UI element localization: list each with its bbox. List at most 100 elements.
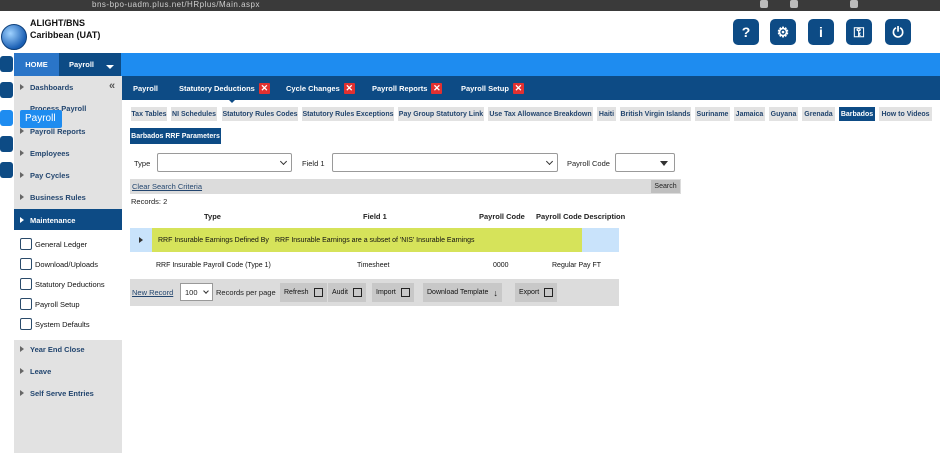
browser-chrome: bns-bpo-uadm.plus.net/HRplus/Main.aspx [0,0,940,11]
expand-icon [20,128,24,134]
payroll-code-select[interactable] [615,153,675,172]
chevron-down-icon [279,157,288,166]
criteria-bar: Clear Search Criteria Search [130,179,681,194]
sidebar-item-dashboards[interactable]: Dashboards [14,76,122,98]
audit-icon [352,288,362,297]
sidebar-item-employees[interactable]: Employees [14,142,122,164]
close-icon[interactable]: ✕ [258,82,270,94]
subtab-tax-tables[interactable]: Tax Tables [130,106,168,122]
settings-icon [20,298,32,310]
cell-type: RRF Insurable Earnings Defined By [158,237,269,244]
table-row[interactable]: RRF Insurable Payroll Code (Type 1) Time… [130,256,619,276]
subtab-jamaica[interactable]: Jamaica [733,106,766,122]
import-icon [400,288,410,297]
home-button[interactable]: HOME [14,53,59,76]
col-header-payroll-code[interactable]: Payroll Code [479,212,525,221]
type-label: Type [134,159,151,168]
key-icon[interactable]: ⚿ [846,19,872,45]
gear-icon[interactable] [0,136,13,152]
payroll-icon[interactable] [0,110,13,126]
field1-label: Field 1 [302,159,325,168]
tab-statutory-deductions[interactable]: Statutory Deductions ✕ [179,76,270,100]
maintenance-submenu: General Ledger Download/Uploads Statutor… [14,230,122,340]
document-icon[interactable] [0,162,13,178]
payroll-menu-button[interactable]: Payroll [59,53,121,76]
field1-select[interactable] [332,153,558,172]
tab-payroll-reports[interactable]: Payroll Reports ✕ [372,76,443,100]
tab-barbados-rrf-parameters[interactable]: Barbados RRF Parameters [130,128,221,144]
table-row[interactable]: RRF Insurable Earnings Defined By RRF In… [130,228,619,252]
payroll-tooltip: Payroll [20,110,62,128]
sidebar-item-pay-cycles[interactable]: Pay Cycles [14,164,122,186]
download-template-button[interactable]: Download Template ↓ [423,283,502,302]
col-header-field1[interactable]: Field 1 [363,212,387,221]
subtab-use-tax-allowance-breakdown[interactable]: Use Tax Allowance Breakdown [487,106,594,122]
close-icon[interactable]: ✕ [512,82,524,94]
expand-icon [20,194,24,200]
subtab-haiti[interactable]: Haiti [596,106,617,122]
refresh-icon [313,288,323,297]
submenu-payroll-setup[interactable]: Payroll Setup [20,294,80,314]
audit-button[interactable]: Audit [328,283,366,302]
gear-icon [20,318,32,330]
subtab-statutory-rules-codes[interactable]: Statutory Rules Codes [221,106,299,122]
subtab-ni-schedules[interactable]: NI Schedules [170,106,218,122]
type-select[interactable] [157,153,292,172]
subtab-how-to-videos[interactable]: How to Videos [878,106,933,122]
tab-payroll[interactable]: Payroll [133,76,158,100]
sidebar-item-business-rules[interactable]: Business Rules [14,186,122,208]
cell-field1: RRF Insurable Earnings are a subset of '… [275,237,475,244]
expand-icon [20,390,24,396]
import-button[interactable]: Import [372,283,414,302]
extension-icon[interactable] [760,0,768,8]
sidebar-item-self-serve-entries[interactable]: Self Serve Entries [14,382,122,404]
subtab-barbados[interactable]: Barbados [838,106,876,122]
expand-row-icon[interactable] [139,237,143,243]
settings-icon[interactable]: ⚙ [770,19,796,45]
ledger-icon [20,238,32,250]
people-icon[interactable] [0,82,13,98]
submenu-system-defaults[interactable]: System Defaults [20,314,90,334]
chevron-down-icon [203,288,209,294]
menu-icon[interactable] [850,0,858,8]
grid-toolbar: New Record 100 Records per page Refresh … [130,279,619,306]
tab-payroll-setup[interactable]: Payroll Setup ✕ [461,76,524,100]
expand-icon [20,84,24,90]
page-size-select[interactable]: 100 [180,283,213,301]
company-logo [1,24,27,50]
subtab-suriname[interactable]: Suriname [694,106,731,122]
profile-icon[interactable] [790,0,798,8]
close-icon[interactable]: ✕ [343,82,355,94]
subtab-pay-group-statutory-link[interactable]: Pay Group Statutory Link [397,106,485,122]
search-button[interactable]: Search [651,180,680,193]
submenu-general-ledger[interactable]: General Ledger [20,234,87,254]
submenu-download-uploads[interactable]: Download/Uploads [20,254,98,274]
col-header-payroll-code-description[interactable]: Payroll Code Description [536,212,625,221]
power-icon[interactable]: ⏻ [885,19,911,45]
cell-type: RRF Insurable Payroll Code (Type 1) [156,262,271,269]
tab-cycle-changes[interactable]: Cycle Changes ✕ [286,76,355,100]
clear-search-criteria-link[interactable]: Clear Search Criteria [132,182,202,191]
close-icon[interactable]: ✕ [431,82,443,94]
export-button[interactable]: Export [515,283,558,302]
sidebar: « Dashboards Payroll Reports Employees P… [14,76,122,453]
info-icon[interactable]: i [808,19,834,45]
download-icon: ↓ [493,287,498,298]
submenu-statutory-deductions[interactable]: Statutory Deductions [20,274,105,294]
refresh-button[interactable]: Refresh [280,283,327,302]
help-icon[interactable]: ? [733,19,759,45]
col-header-type[interactable]: Type [204,212,221,221]
caret-down-icon [660,161,668,166]
expand-icon [20,346,24,352]
user-icon[interactable] [0,56,13,72]
sidebar-item-maintenance[interactable]: Maintenance [14,209,122,231]
sidebar-item-year-end-close[interactable]: Year End Close [14,338,122,360]
subtab-british-virgin-islands[interactable]: British Virgin Islands [619,106,692,122]
subtab-grenada[interactable]: Grenada [801,106,836,122]
sidebar-item-leave[interactable]: Leave [14,360,122,382]
subtab-guyana[interactable]: Guyana [768,106,799,122]
payroll-code-label: Payroll Code [567,159,610,168]
new-record-link[interactable]: New Record [132,288,173,297]
subtab-statutory-rules-exceptions[interactable]: Statutory Rules Exceptions [301,106,395,122]
cloud-icon [20,258,32,270]
